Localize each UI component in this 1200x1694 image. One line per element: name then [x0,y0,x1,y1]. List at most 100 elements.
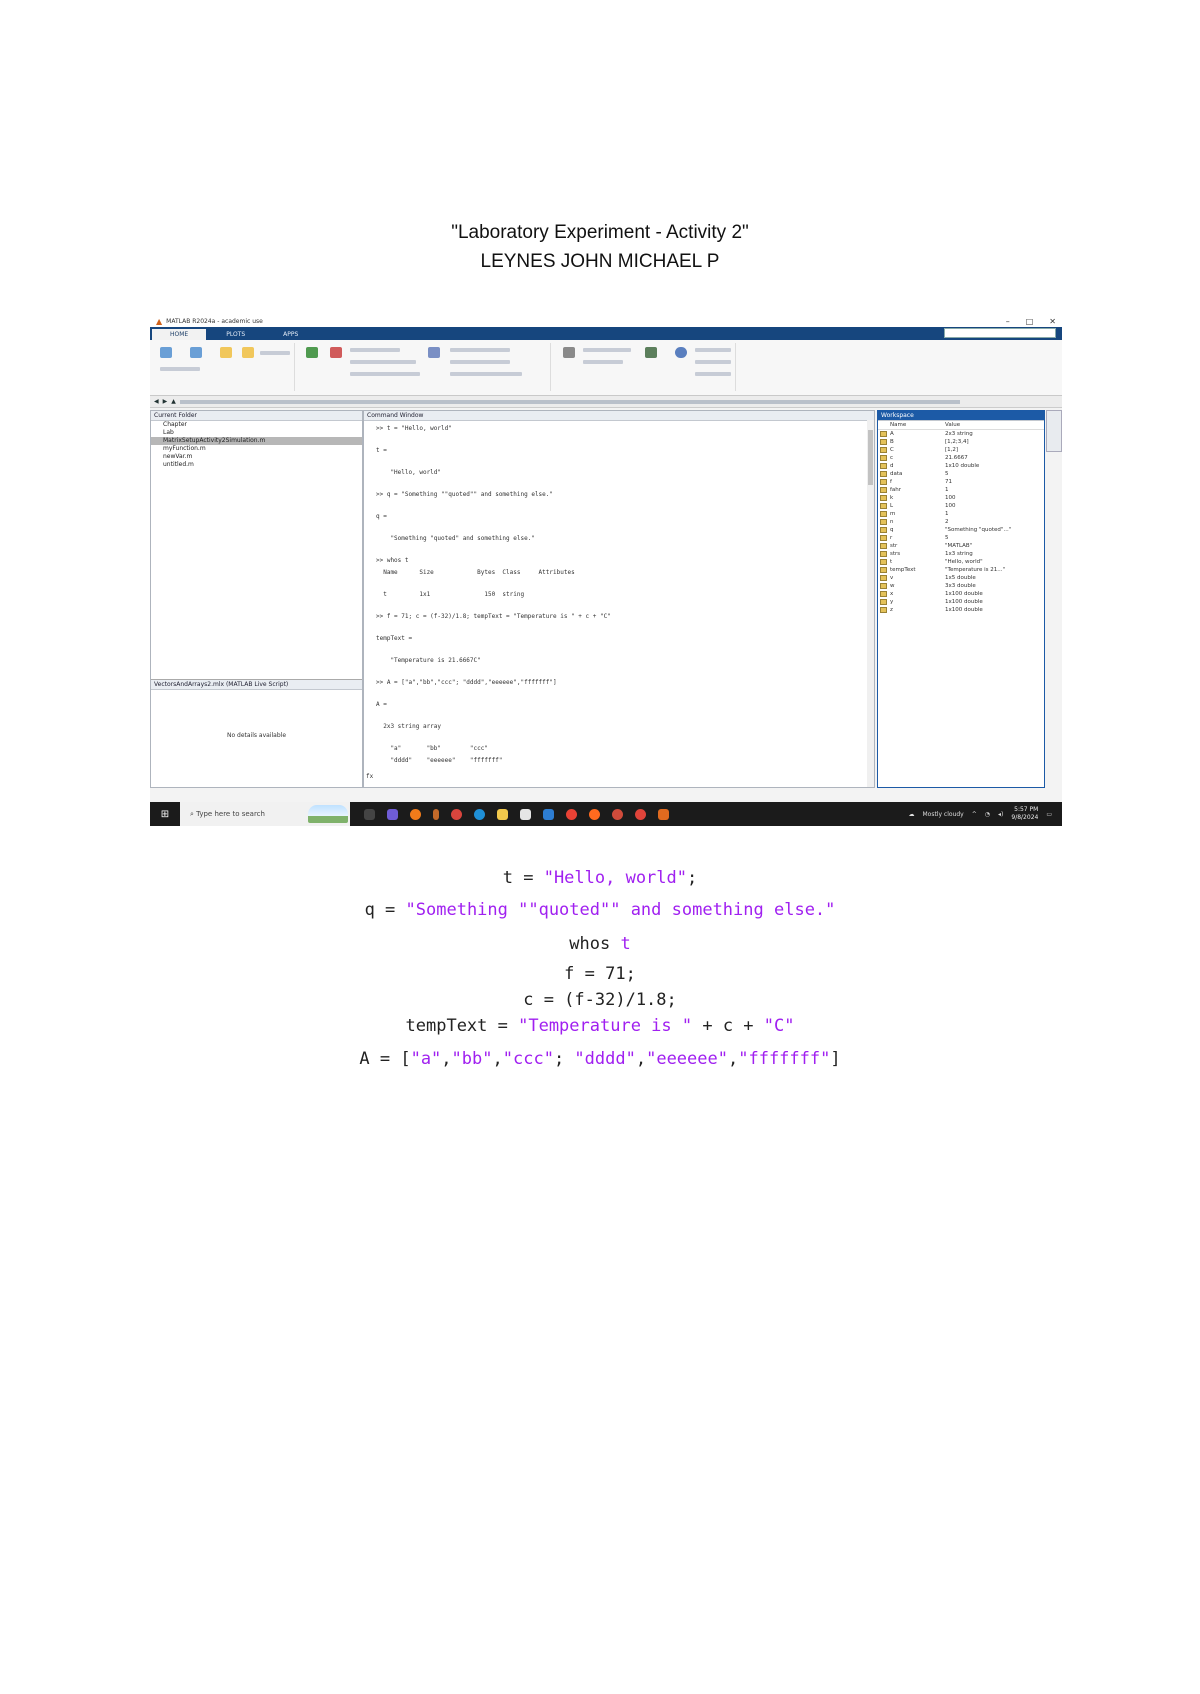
path-breadcrumb[interactable] [179,399,960,404]
variable-name: c [890,455,894,461]
save-workspace-icon[interactable] [330,347,342,358]
code-line: whos t [0,934,1200,954]
variable-name: A [890,431,894,437]
workspace-row[interactable]: w 3x3 double [878,582,1044,590]
workspace-row[interactable]: A 2x3 string [878,430,1044,438]
variable-icon [880,487,887,493]
workspace-row[interactable]: tempText "Temperature is 21..." [878,566,1044,574]
workspace-row[interactable]: z 1x100 double [878,606,1044,614]
minimize-icon[interactable]: – [1006,317,1010,326]
close-icon[interactable]: ✕ [1049,317,1056,326]
workspace-row[interactable]: v 1x5 double [878,574,1044,582]
app-icon[interactable] [410,808,421,820]
workspace-row[interactable]: t "Hello, world" [878,558,1044,566]
workspace-row[interactable]: y 1x100 double [878,598,1044,606]
command-window-scrollbar[interactable] [867,420,874,787]
workspace-row[interactable]: c 21.6667 [878,454,1044,462]
chrome-profile-icon[interactable] [612,808,623,820]
favorites-icon[interactable] [428,347,440,358]
variable-value: "Temperature is 21..." [945,567,1006,573]
workspace-row[interactable]: k 100 [878,494,1044,502]
workspace-row[interactable]: L 100 [878,502,1044,510]
ribbon-label [350,360,416,364]
variable-value: [1,2] [945,447,959,453]
open-icon[interactable] [242,347,254,358]
workspace-row[interactable]: C [1,2] [878,446,1044,454]
command-prompt-fx-icon: fx [366,773,374,780]
search-highlight-image [308,805,348,823]
workspace-row[interactable]: str "MATLAB" [878,542,1044,550]
matlab-screenshot: ▲ MATLAB R2024a - academic use – □ ✕ HOM… [150,315,1062,826]
weather-icon[interactable]: ☁ [908,811,914,818]
chrome-icon[interactable] [566,808,577,820]
import-data-icon[interactable] [306,347,318,358]
side-panel-toggle[interactable] [1046,410,1062,452]
app-icon[interactable] [589,808,600,820]
notification-icon[interactable]: ▭ [1046,811,1052,818]
matlab-taskbar-icon[interactable] [658,808,669,820]
workspace-row[interactable]: data 5 [878,470,1044,478]
tab-home[interactable]: HOME [152,329,207,340]
scrollbar-thumb[interactable] [868,430,873,485]
add-ons-icon[interactable] [645,347,657,358]
new-live-script-icon[interactable] [190,347,202,358]
file-item[interactable]: myFunction.m [151,445,362,453]
workspace-row[interactable]: fahr 1 [878,486,1044,494]
workspace-row[interactable]: B [1,2;3,4] [878,438,1044,446]
column-header-value[interactable]: Value [945,421,960,429]
tab-plots[interactable]: PLOTS [208,329,263,340]
workspace-row[interactable]: d 1x10 double [878,462,1044,470]
chevron-up-icon[interactable]: ^ [972,811,977,818]
forward-icon[interactable]: ▶ [163,398,168,405]
back-icon[interactable]: ◀ [154,398,159,405]
file-item-selected[interactable]: MatrixSetupActivity2Simulation.m [151,437,362,445]
variable-icon [880,511,887,517]
workspace-row[interactable]: strs 1x3 string [878,550,1044,558]
app-icon[interactable] [451,808,462,820]
desktop-panes: Current Folder Chapter Lab MatrixSetupAc… [150,410,1062,788]
workspace-row[interactable]: n2 [878,518,1044,526]
workspace-row[interactable]: f 71 [878,478,1044,486]
workspace-row[interactable]: q "Something "quoted"..." [878,526,1044,534]
tray-clock[interactable]: 5:57 PM 9/8/2024 [1011,806,1038,822]
store-icon[interactable] [520,808,531,820]
copilot-icon[interactable] [387,808,398,820]
workspace-row[interactable]: r5 [878,534,1044,542]
network-icon[interactable]: ◔ [985,811,990,818]
help-icon[interactable] [675,347,687,358]
current-folder-path-bar[interactable]: ◀ ▶ ▲ [150,396,1062,408]
column-header-name[interactable]: Name [878,421,945,429]
variable-value: 1x3 string [945,551,973,557]
code-string: "Temperature is " [518,1016,693,1036]
volume-icon[interactable]: ◂) [998,811,1003,818]
task-view-icon[interactable] [364,808,375,820]
variable-value: "MATLAB" [945,543,973,549]
variable-icon [880,567,887,573]
workspace-row[interactable]: m1 [878,510,1044,518]
file-explorer-icon[interactable] [497,808,508,820]
code-text: A = [ [359,1049,411,1069]
command-line: >> A = ["a","bb","ccc"; "dddd","eeeeee",… [376,679,557,686]
command-window-pane[interactable]: Command Window >> t = "Hello, world" t =… [363,410,875,788]
file-item[interactable]: Chapter [151,421,362,429]
folder-up-icon[interactable]: ▲ [171,398,176,405]
windows-start-icon[interactable]: ⊞ [150,809,180,820]
new-script-icon[interactable] [160,347,172,358]
code-string: "ccc" [502,1049,554,1069]
code-text: tempText = [405,1016,519,1036]
mail-icon[interactable] [543,808,554,820]
taskbar-search-input[interactable]: ⌕ Type here to search [180,802,350,826]
file-item[interactable]: untitled.m [151,461,362,469]
file-item[interactable]: newVar.m [151,453,362,461]
file-item[interactable]: Lab [151,429,362,437]
layout-icon[interactable] [563,347,575,358]
app-icon[interactable] [433,808,439,820]
edge-icon[interactable] [474,808,485,820]
documentation-search-input[interactable] [944,328,1056,338]
tray-weather[interactable]: Mostly cloudy [922,811,963,818]
chrome-profile-icon[interactable] [635,808,646,820]
new-icon[interactable] [220,347,232,358]
maximize-icon[interactable]: □ [1026,317,1034,326]
tab-apps[interactable]: APPS [265,329,316,340]
workspace-row[interactable]: x 1x100 double [878,590,1044,598]
